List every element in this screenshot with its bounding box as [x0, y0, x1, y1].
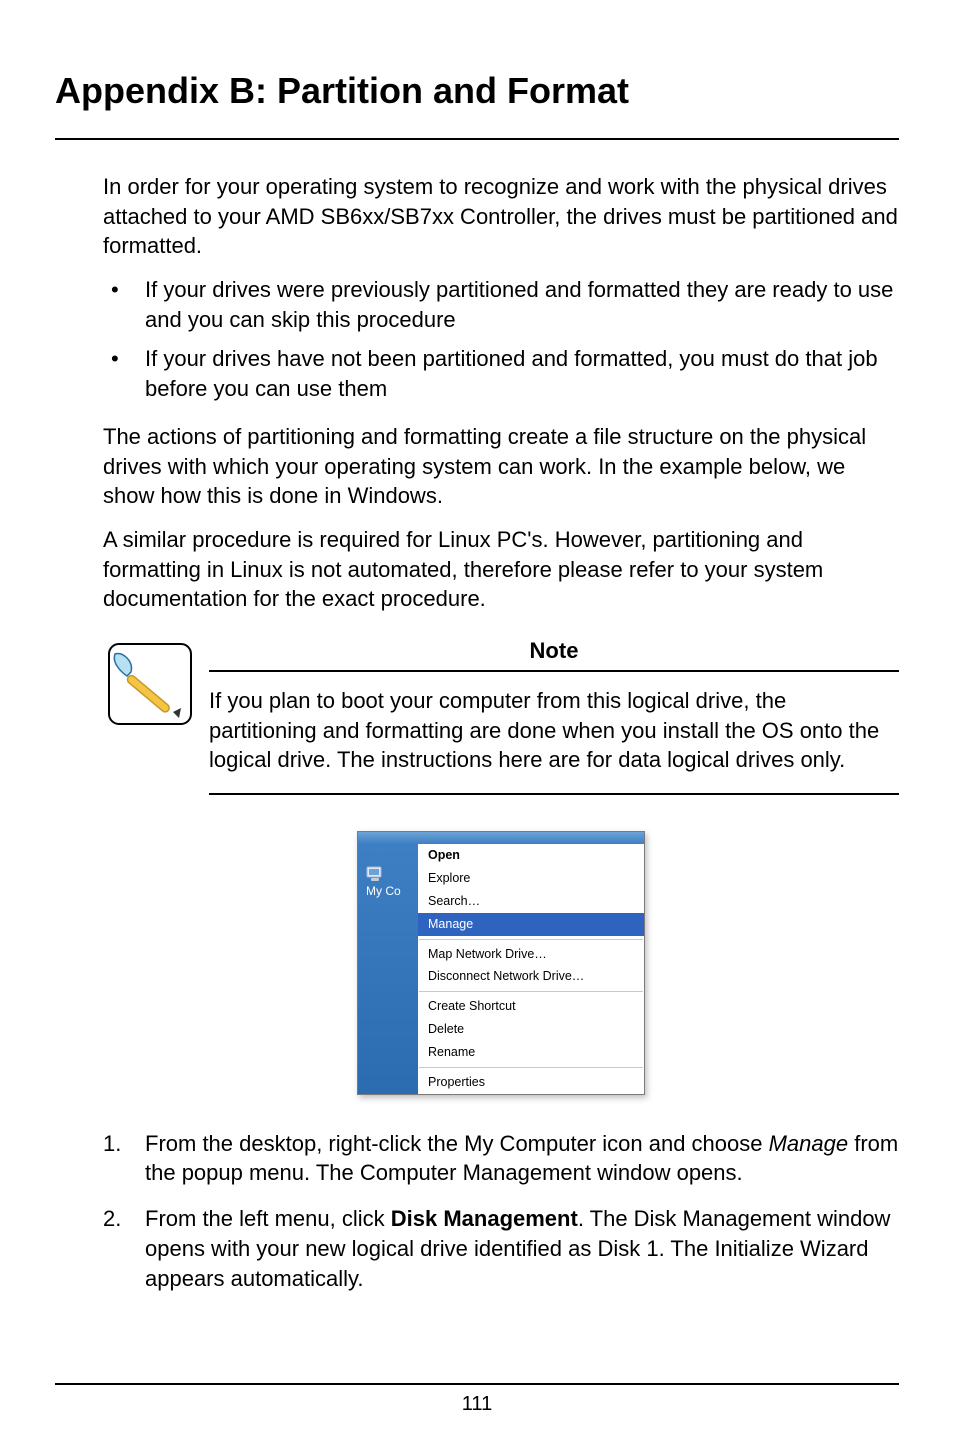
my-computer-label: My Co [366, 884, 401, 898]
step-item: From the desktop, right-click the My Com… [103, 1129, 899, 1188]
step-emphasis: Manage [769, 1131, 849, 1156]
steps-list: From the desktop, right-click the My Com… [103, 1129, 899, 1293]
menu-separator [419, 1067, 643, 1068]
bullet-item: If your drives were previously partition… [103, 275, 899, 334]
menu-item-create-shortcut[interactable]: Create Shortcut [418, 995, 644, 1018]
context-menu-box: My Co Open Explore Search… Manage Map Ne… [357, 831, 645, 1095]
note-text: If you plan to boot your computer from t… [209, 686, 899, 793]
step-text: From the left menu, click [145, 1206, 391, 1231]
menu-item-search[interactable]: Search… [418, 890, 644, 913]
paragraph: A similar procedure is required for Linu… [103, 525, 899, 614]
bullet-list: If your drives were previously partition… [103, 275, 899, 404]
menu-item-manage[interactable]: Manage [418, 913, 644, 936]
note-rule-bottom [209, 793, 899, 795]
menu-item-open[interactable]: Open [418, 844, 644, 867]
step-strong: Disk Management [391, 1206, 578, 1231]
desktop-strip [358, 832, 644, 844]
note-callout: Note If you plan to boot your computer f… [103, 638, 899, 823]
note-rule-top [209, 670, 899, 672]
menu-item-properties[interactable]: Properties [418, 1071, 644, 1094]
menu-item-rename[interactable]: Rename [418, 1041, 644, 1064]
page-number: 111 [462, 1393, 492, 1415]
menu-separator [419, 939, 643, 940]
step-item: From the left menu, click Disk Managemen… [103, 1204, 899, 1293]
step-text: From the desktop, right-click the My Com… [145, 1131, 769, 1156]
menu-item-disconnect-network-drive[interactable]: Disconnect Network Drive… [418, 965, 644, 988]
menu-item-delete[interactable]: Delete [418, 1018, 644, 1041]
intro-paragraph: In order for your operating system to re… [103, 172, 899, 261]
menu-separator [419, 991, 643, 992]
menu-item-map-network-drive[interactable]: Map Network Drive… [418, 943, 644, 966]
title-rule [55, 138, 899, 140]
page-title: Appendix B: Partition and Format [55, 70, 899, 112]
context-menu-screenshot: My Co Open Explore Search… Manage Map Ne… [103, 831, 899, 1095]
note-title: Note [209, 638, 899, 670]
context-menu-items: Open Explore Search… Manage Map Network … [418, 844, 644, 1094]
my-computer-icon [366, 866, 384, 882]
desktop-icon-area: My Co [358, 844, 418, 1094]
page-footer: 111 [55, 1383, 899, 1416]
paragraph: The actions of partitioning and formatti… [103, 422, 899, 511]
menu-item-explore[interactable]: Explore [418, 867, 644, 890]
bullet-item: If your drives have not been partitioned… [103, 344, 899, 403]
note-body: Note If you plan to boot your computer f… [209, 638, 899, 823]
note-icon [103, 638, 199, 732]
content-area: In order for your operating system to re… [103, 172, 899, 1293]
